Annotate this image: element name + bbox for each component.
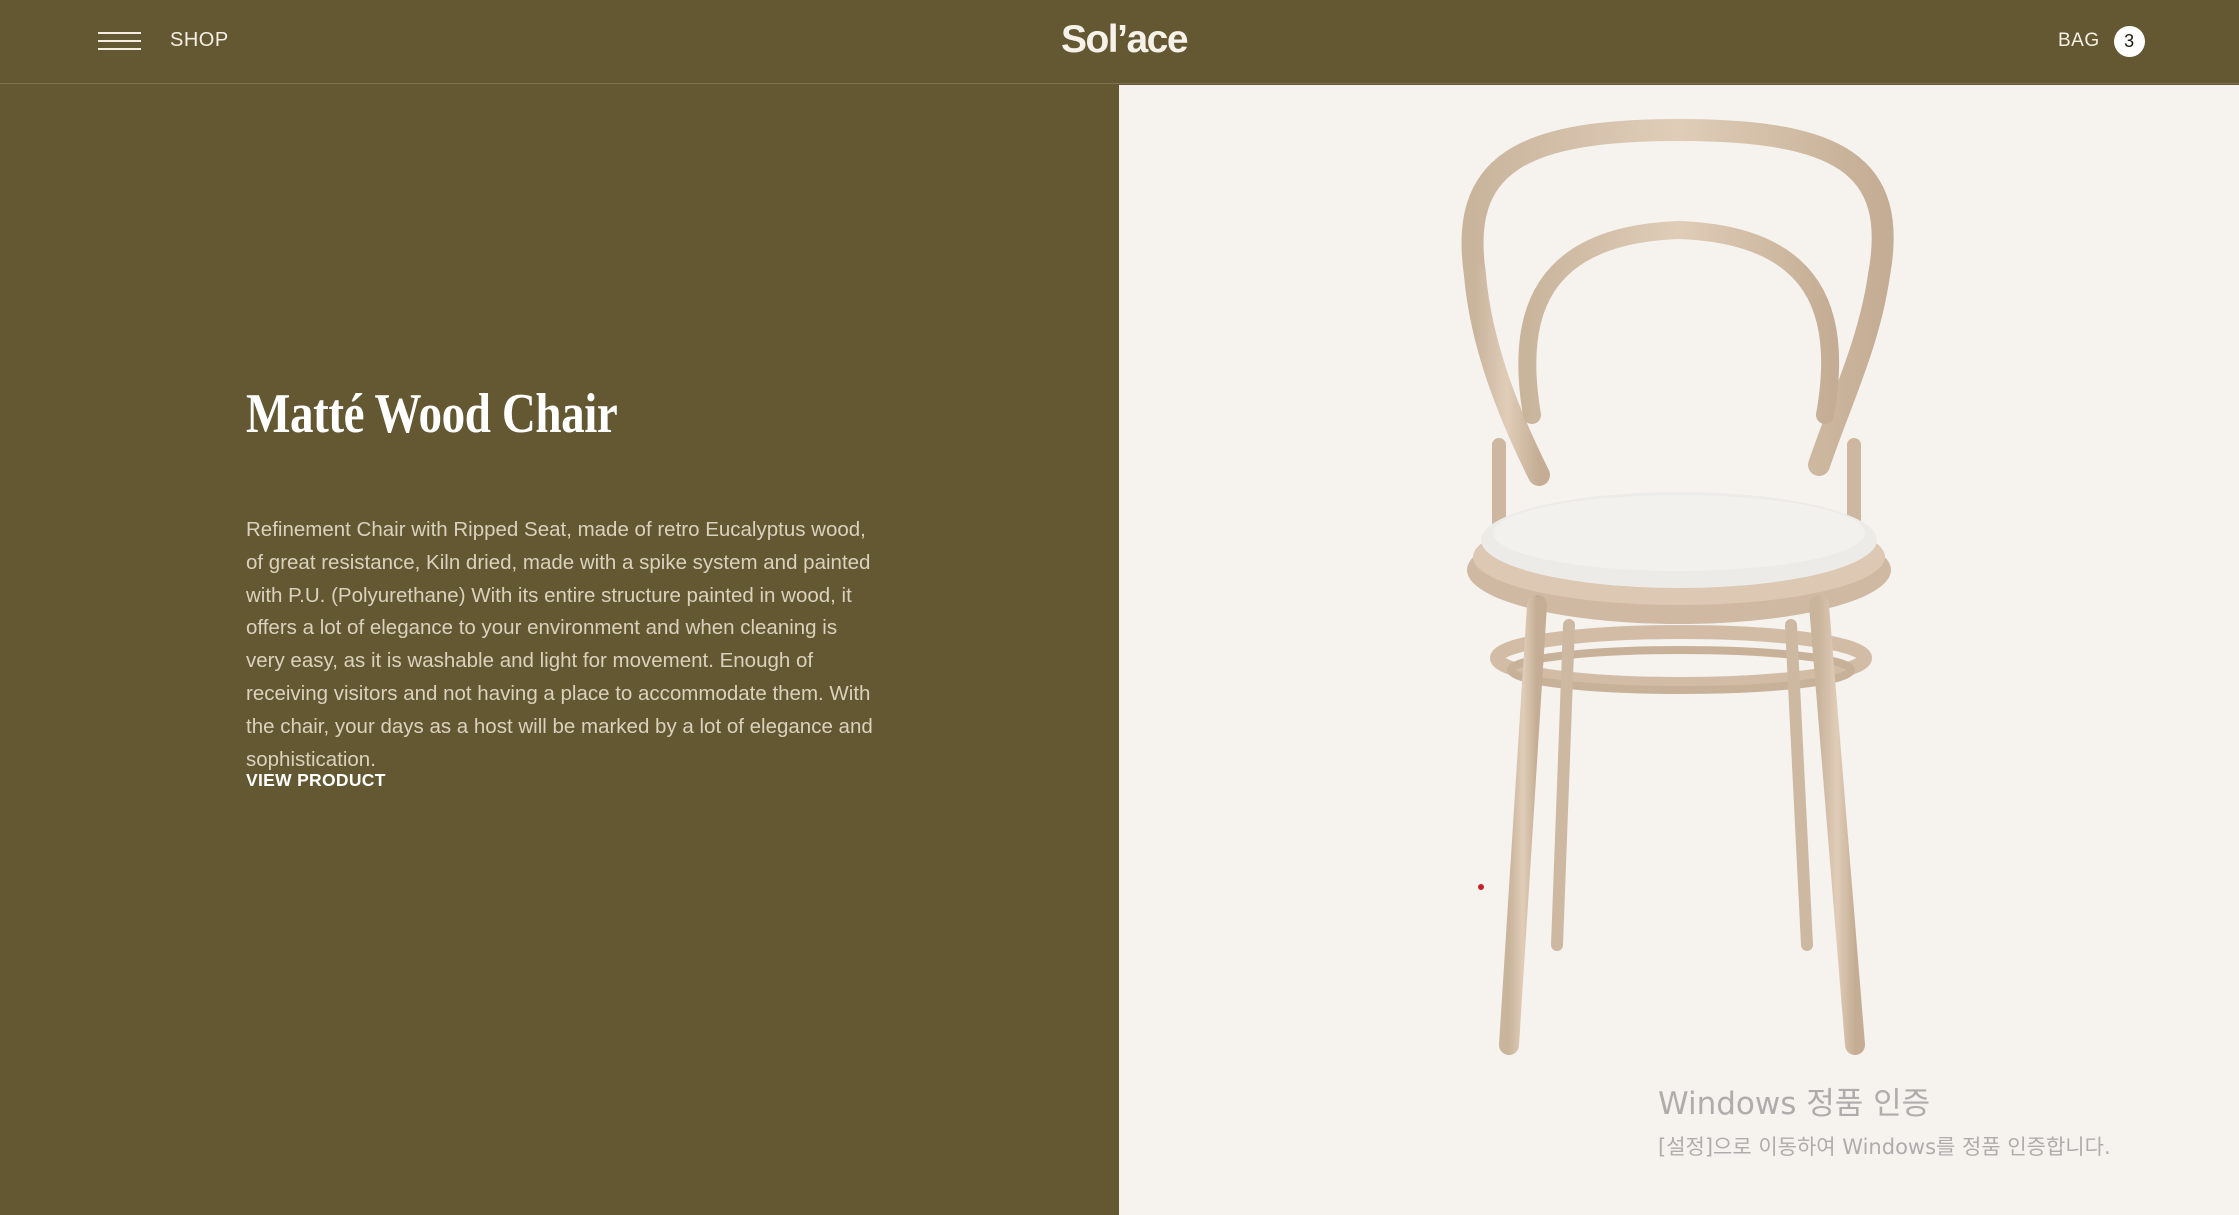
page: SHOP Sol’ace BAG 3 Matté Wood Chair Refi…: [0, 0, 2239, 1215]
product-description: Refinement Chair with Ripped Seat, made …: [246, 518, 873, 771]
site-header: SHOP Sol’ace BAG 3: [0, 0, 2239, 84]
bag-count-badge: 3: [2113, 25, 2145, 57]
brand-logo[interactable]: Sol’ace: [1060, 18, 1189, 62]
cursor-dot: [1478, 884, 1484, 890]
product-image-panel: [1119, 85, 2239, 1215]
hamburger-menu-icon[interactable]: [98, 30, 141, 52]
shop-link[interactable]: SHOP: [170, 29, 229, 52]
windows-activation-watermark: Windows 정품 인증 [설정]으로 이동하여 Windows를 정품 인증…: [1658, 1078, 2111, 1161]
bag-label: BAG: [2058, 30, 2100, 51]
bag-button[interactable]: BAG 3: [2058, 25, 2145, 57]
view-product-link[interactable]: VIEW PRODUCT: [246, 770, 386, 791]
watermark-title: Windows 정품 인증: [1658, 1086, 1931, 1122]
product-title: Matté Wood Chair: [246, 383, 618, 445]
chair-image: [1461, 118, 1894, 1055]
watermark-subtitle: [설정]으로 이동하여 Windows를 정품 인증합니다.: [1658, 1135, 2111, 1159]
